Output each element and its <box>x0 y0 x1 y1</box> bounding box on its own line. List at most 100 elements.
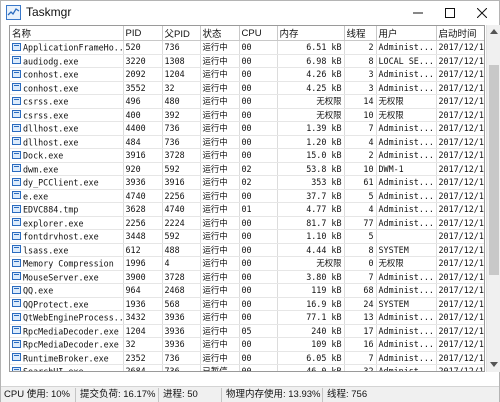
table-row[interactable]: fontdrvhost.exe 3448 592 运行中 00 1.10 kB 5 2017/… <box>10 229 484 244</box>
table-row[interactable]: csrss.exe400392运行中00无权限10无权限2017/12/11 0… <box>10 108 484 122</box>
process-name-cell: RuntimeBroker.exe <box>10 351 124 365</box>
process-name: QQ.exe <box>23 285 54 296</box>
table-row[interactable]: dllhost.exe 4400 736 运行中 00 1.39 kB 7 Administ.… <box>10 121 484 136</box>
process-name-cell: csrss.exe <box>10 94 124 109</box>
table-row[interactable]: dwm.exe 920 592 运行中 02 53.8 kB 10 DWM-1 2017/12/… <box>10 162 484 176</box>
table-row[interactable]: ApplicationFrameHo... 520 736 运行中 00 6.51 kB 2… <box>10 40 484 55</box>
scrollbar-thumb[interactable] <box>489 65 499 275</box>
table-cell: 109 kB <box>277 337 345 352</box>
table-cell: 3220 <box>123 54 163 68</box>
process-icon <box>12 299 21 307</box>
table-row[interactable]: Dock.exe 3916 3728 运行中 00 15.0 kB 2 Administ...… <box>10 148 484 163</box>
table-row[interactable]: SearchUI.exe 2684 736 已暂停 00 46.0 kB 32 Adminis… <box>10 364 484 371</box>
table-row[interactable]: QQ.exe 964 2468 运行中 00 119 kB 68 Administ... 201… <box>10 283 484 298</box>
table-cell: Administ... <box>376 40 437 55</box>
table-cell: 68 <box>344 283 377 298</box>
table-row[interactable]: conhost.exe 3552 32 运行中 00 4.25 kB 3 Administ..… <box>10 81 484 95</box>
process-name: RpcMediaDecoder.exe <box>23 326 119 336</box>
scroll-up-button[interactable] <box>487 25 500 39</box>
column-header[interactable]: 启动时间 <box>436 26 484 41</box>
table-cell: 运行中 <box>200 175 240 190</box>
table-row[interactable]: Memory Compression 1996 4 运行中 00 无权限 0 无权限 2017/… <box>10 256 484 271</box>
table-row[interactable]: conhost.exe 2092 1204 运行中 00 4.26 kB 3 Administ… <box>10 67 484 82</box>
table-cell: 77.1 kB <box>277 310 345 325</box>
table-cell: 15.0 kB <box>277 148 345 163</box>
table-cell: 无权限 <box>277 108 345 122</box>
table-cell: Administ... <box>376 310 437 325</box>
table-row[interactable]: RpcMediaDecoder.exe 32 3936 运行中 00 109 kB 16 Ad… <box>10 337 484 352</box>
table-row[interactable]: csrss.exe496480运行中00无权限14无权限2017/12/11 0… <box>10 94 484 109</box>
table-cell: 3.80 kB <box>277 270 345 284</box>
table-cell: 4400 <box>123 121 163 136</box>
table-row[interactable]: QQProtect.exe 1936 568 运行中 00 16.9 kB 24 SYSTEM… <box>10 297 484 311</box>
table-row[interactable]: EDVC884.tmp 3628 4740 运行中 01 4.77 kB 4 Administ… <box>10 202 484 217</box>
table-cell: 2017/12/11 10:2 <box>436 337 484 352</box>
minimize-button[interactable] <box>402 1 434 25</box>
table-cell: 3900 <box>123 270 163 284</box>
table-cell: 运行中 <box>200 67 240 82</box>
process-icon <box>12 245 21 253</box>
table-cell: 592 <box>162 229 201 244</box>
table-cell: 3916 <box>162 175 201 190</box>
status-memory: 物理内存使用: 13.93% <box>223 388 323 402</box>
table-cell: 运行中 <box>200 229 240 244</box>
table-cell: 964 <box>123 283 163 298</box>
scroll-down-button[interactable] <box>487 358 500 372</box>
process-table[interactable]: 名称 PID 父PID 状态 CPU 内存 线程 用户 启动时间 ApplicationFram… <box>9 25 485 372</box>
process-icon <box>12 42 21 51</box>
table-cell: 1.39 kB <box>277 121 345 136</box>
table-row[interactable]: QtWebEngineProcess... 3432 3936 运行中 00 77.1 k… <box>10 310 484 325</box>
table-cell: 运行中 <box>200 135 240 149</box>
maximize-button[interactable] <box>434 1 466 25</box>
column-header[interactable]: 父PID <box>162 26 201 41</box>
table-cell: 8 <box>344 54 377 68</box>
table-row[interactable]: dy_PCClient.exe 3936 3916 运行中 02 353 kB 61 Admi… <box>10 175 484 190</box>
vertical-scrollbar[interactable] <box>486 25 500 372</box>
table-cell: 3 <box>344 67 377 82</box>
column-header[interactable]: 状态 <box>200 26 240 41</box>
table-cell: 4.44 kB <box>277 243 345 257</box>
table-cell: 2224 <box>162 216 201 230</box>
table-cell: 2017/12/11 08:5 <box>436 94 484 109</box>
title-bar[interactable]: Taskmgr <box>1 1 499 25</box>
process-name-cell: QQProtect.exe <box>10 297 124 311</box>
process-name: audiodg.exe <box>23 56 79 66</box>
close-button[interactable] <box>466 1 498 25</box>
table-cell: SYSTEM <box>376 243 437 257</box>
process-name: explorer.exe <box>23 218 84 228</box>
column-header[interactable]: CPU <box>239 26 278 41</box>
process-name: ApplicationFrameHo... <box>23 42 123 53</box>
table-cell: 无权限 <box>376 256 437 271</box>
process-icon <box>12 339 21 348</box>
status-cpu: CPU 使用: 10% <box>1 388 76 402</box>
table-cell: 353 kB <box>277 175 345 190</box>
table-cell: 运行中 <box>200 324 240 338</box>
column-header[interactable]: 名称 <box>10 26 124 41</box>
process-name: EDVC884.tmp <box>23 204 79 215</box>
table-row[interactable]: audiodg.exe 3220 1308 运行中 00 6.98 kB 8 LOCAL SE… <box>10 54 484 68</box>
column-header[interactable]: 用户 <box>376 26 437 41</box>
table-cell: 1204 <box>162 67 201 82</box>
process-name-cell: EDVC884.tmp <box>10 202 124 217</box>
process-name: MouseServer.exe <box>23 272 99 282</box>
table-row[interactable]: dllhost.exe 484 736 运行中 00 1.20 kB 4 Administ..… <box>10 135 484 149</box>
table-row[interactable]: lsass.exe 612 488 运行中 00 4.44 kB 8 SYSTEM 2017/1… <box>10 243 484 257</box>
table-row[interactable]: MouseServer.exe 3900 3728 运行中 00 3.80 kB 7 Admi… <box>10 270 484 284</box>
table-cell: Administ... <box>376 189 437 203</box>
table-cell: 2017/12/11 08:5 <box>436 256 484 271</box>
table-row[interactable]: explorer.exe 2256 2224 运行中 00 81.7 kB 77 Admini… <box>10 216 484 230</box>
table-cell: 1308 <box>162 54 201 68</box>
table-cell: SYSTEM <box>376 297 437 311</box>
column-header[interactable]: PID <box>123 26 163 41</box>
table-row[interactable]: RuntimeBroker.exe 2352 736 运行中 00 6.05 kB 7 Adm… <box>10 351 484 365</box>
table-row[interactable]: RpcMediaDecoder.exe 1204 3936 运行中 05 240 kB 17… <box>10 324 484 338</box>
table-row[interactable]: e.exe 4740 2256 运行中 00 37.7 kB 5 Administ... 201… <box>10 189 484 203</box>
table-cell: 2017/12/11 08:5 <box>436 40 484 55</box>
process-name-cell: dllhost.exe <box>10 121 124 136</box>
table-cell: 运行中 <box>200 108 240 122</box>
table-cell: 32 <box>162 81 201 95</box>
column-header[interactable]: 内存 <box>277 26 345 41</box>
column-header[interactable]: 线程 <box>344 26 377 41</box>
process-name: dllhost.exe <box>23 137 79 147</box>
table-cell: 2017/12/11 08:5 <box>436 216 484 230</box>
